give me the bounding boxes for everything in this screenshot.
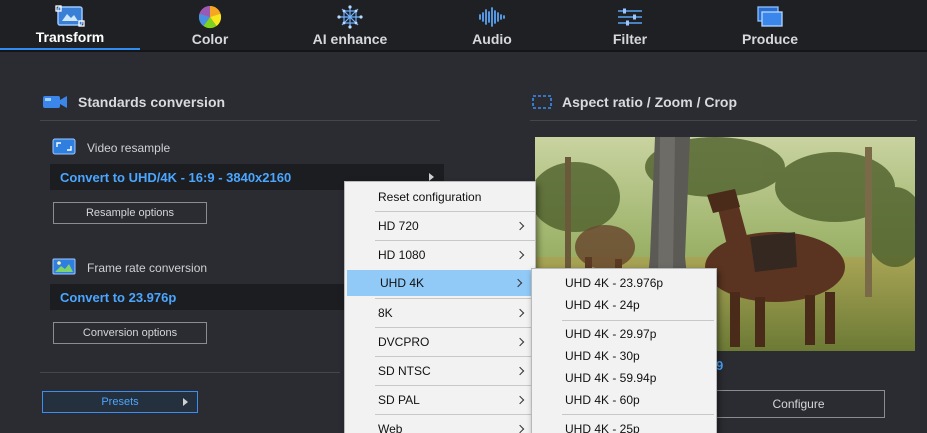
app-window: Transform Color AI enhance Audio Filter … <box>0 0 927 433</box>
chevron-right-icon <box>429 173 434 181</box>
frame-rate-value: Convert to 23.976p <box>60 289 177 305</box>
tab-label: Color <box>191 31 229 47</box>
tab-produce[interactable]: Produce <box>710 0 830 50</box>
conversion-options-button[interactable]: Conversion options <box>53 322 207 344</box>
aspect-ratio-value: 9 <box>716 358 724 373</box>
tab-label: Transform <box>35 29 105 45</box>
menu-item-label: Web <box>378 421 403 433</box>
chevron-right-icon <box>515 366 525 375</box>
chevron-right-icon <box>183 398 188 406</box>
video-camera-icon <box>43 96 67 108</box>
menu-item-label: UHD 4K - 60p <box>565 393 640 407</box>
button-label: Conversion options <box>82 327 178 339</box>
menu-separator <box>562 320 714 321</box>
menu-item-8k[interactable]: 8K <box>345 298 535 327</box>
chevron-right-icon <box>513 278 523 288</box>
resample-value: Convert to UHD/4K - 16:9 - 3840x2160 <box>60 169 292 185</box>
frame-rate-label: Frame rate conversion <box>87 261 208 275</box>
tab-audio[interactable]: Audio <box>432 0 552 50</box>
submenu-item-uhd-4k-25p[interactable]: UHD 4K - 25p <box>532 418 716 433</box>
submenu-item-uhd-4k-2997p[interactable]: UHD 4K - 29.97p <box>532 323 716 345</box>
crop-frame-icon <box>532 95 552 109</box>
menu-item-reset-configuration[interactable]: Reset configuration <box>345 182 535 211</box>
section-divider <box>40 120 440 121</box>
uhd-4k-submenu: UHD 4K - 23.976p UHD 4K - 24p UHD 4K - 2… <box>531 268 717 433</box>
menu-item-web[interactable]: Web <box>345 414 535 433</box>
tab-ai-enhance[interactable]: AI enhance <box>290 0 410 50</box>
top-tab-bar: Transform Color AI enhance Audio Filter … <box>0 0 927 52</box>
ai-network-icon <box>337 5 363 29</box>
button-label: Presets <box>101 396 139 408</box>
resample-options-button[interactable]: Resample options <box>53 202 207 224</box>
presets-context-menu: Reset configuration HD 720 HD 1080 UHD 4… <box>344 181 536 433</box>
aspect-ratio-title: Aspect ratio / Zoom / Crop <box>562 94 738 110</box>
button-label: Resample options <box>85 207 175 219</box>
menu-item-label: UHD 4K - 25p <box>565 422 640 433</box>
menu-item-label: UHD 4K - 24p <box>565 298 640 312</box>
menu-item-label: 8K <box>378 305 393 320</box>
menu-item-label: HD 1080 <box>378 247 426 262</box>
menu-item-label: UHD 4K <box>380 276 425 290</box>
configure-button[interactable]: Configure <box>712 390 885 418</box>
menu-item-label: UHD 4K - 59.94p <box>565 371 657 385</box>
chevron-right-icon <box>515 395 525 404</box>
menu-item-label: UHD 4K - 23.976p <box>565 276 664 290</box>
section-divider <box>530 120 917 121</box>
section-divider <box>40 372 340 373</box>
menu-item-hd-720[interactable]: HD 720 <box>345 211 535 240</box>
presets-button[interactable]: Presets <box>42 391 198 413</box>
video-resample-label: Video resample <box>87 141 171 155</box>
menu-item-sd-ntsc[interactable]: SD NTSC <box>345 356 535 385</box>
chevron-right-icon <box>515 250 525 259</box>
menu-item-label: SD NTSC <box>378 363 431 378</box>
submenu-item-uhd-4k-30p[interactable]: UHD 4K - 30p <box>532 345 716 367</box>
menu-item-label: UHD 4K - 29.97p <box>565 327 657 341</box>
menu-item-label: Reset configuration <box>378 189 482 204</box>
menu-separator <box>562 414 714 415</box>
menu-item-label: DVCPRO <box>378 334 430 349</box>
video-resample-icon <box>52 138 76 155</box>
standards-conversion-title: Standards conversion <box>78 94 226 110</box>
chevron-right-icon <box>515 337 525 346</box>
menu-item-sd-pal[interactable]: SD PAL <box>345 385 535 414</box>
submenu-item-uhd-4k-5994p[interactable]: UHD 4K - 59.94p <box>532 367 716 389</box>
chevron-right-icon <box>515 308 525 317</box>
menu-item-label: HD 720 <box>378 218 419 233</box>
frame-rate-field[interactable]: Convert to 23.976p <box>50 284 350 310</box>
tab-label: Produce <box>741 31 798 47</box>
menu-item-uhd-4k[interactable]: UHD 4K <box>347 270 533 296</box>
tab-label: Filter <box>612 31 648 47</box>
submenu-item-uhd-4k-24p[interactable]: UHD 4K - 24p <box>532 294 716 316</box>
submenu-item-uhd-4k-60p[interactable]: UHD 4K - 60p <box>532 389 716 411</box>
menu-item-dvcpro[interactable]: DVCPRO <box>345 327 535 356</box>
menu-item-hd-1080[interactable]: HD 1080 <box>345 240 535 269</box>
filter-sliders-icon <box>618 8 642 26</box>
chevron-right-icon <box>515 221 525 230</box>
menu-item-label: UHD 4K - 30p <box>565 349 640 363</box>
color-wheel-icon <box>198 5 222 29</box>
tab-label: AI enhance <box>312 31 388 47</box>
tab-filter[interactable]: Filter <box>570 0 690 50</box>
button-label: Configure <box>772 397 825 411</box>
tab-label: Audio <box>472 31 512 47</box>
tab-transform[interactable]: Transform <box>0 0 140 50</box>
transform-icon <box>55 5 85 27</box>
chevron-right-icon <box>515 424 525 433</box>
menu-item-label: SD PAL <box>378 392 420 407</box>
submenu-item-uhd-4k-23976p[interactable]: UHD 4K - 23.976p <box>532 272 716 294</box>
audio-waveform-icon <box>479 7 505 27</box>
produce-icon <box>757 6 783 27</box>
frame-rate-icon <box>52 258 76 275</box>
tab-color[interactable]: Color <box>150 0 270 50</box>
